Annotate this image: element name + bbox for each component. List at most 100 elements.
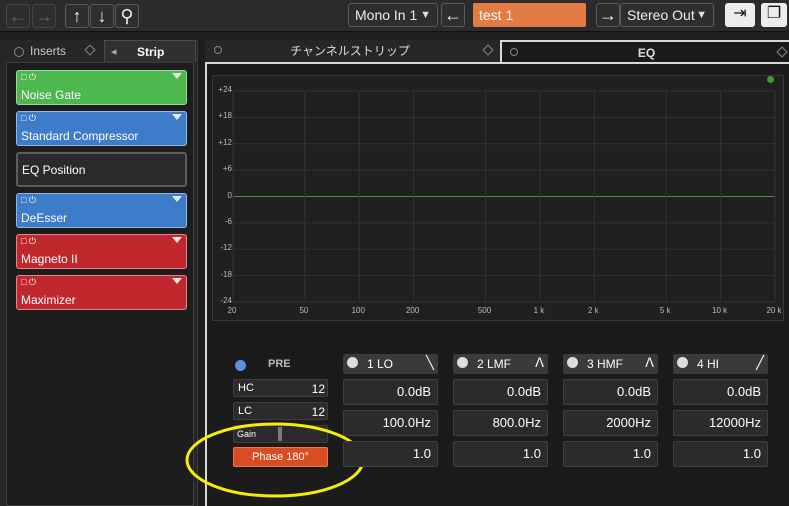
strip-module-deesser[interactable]: □ ⏻ DeEsser: [16, 193, 187, 228]
module-power-icon[interactable]: □ ⏻: [21, 195, 36, 206]
forward-arrow-icon[interactable]: →: [32, 4, 56, 28]
module-label: DeEsser: [21, 211, 68, 225]
band-frequency-field[interactable]: 2000Hz: [563, 410, 658, 436]
strip-module-maximizer[interactable]: □ ⏻ Maximizer: [16, 275, 187, 310]
input-routing-select[interactable]: Mono In 1 ▼: [348, 3, 438, 27]
chevron-down-icon[interactable]: [172, 278, 182, 284]
y-tick-label: +24: [218, 85, 232, 94]
band-2-header[interactable]: 2 LMF ᐱ: [453, 354, 548, 374]
y-tick-label: +18: [218, 111, 232, 121]
tab-dot-icon: [14, 46, 24, 57]
x-tick-label: 100: [351, 306, 365, 315]
tab-eq[interactable]: EQ: [500, 40, 789, 64]
output-arrow-icon[interactable]: →: [596, 3, 620, 27]
band-q-field[interactable]: 1.0: [343, 441, 438, 467]
tab-strip-label: Strip: [137, 45, 165, 59]
track-name-field[interactable]: test 1: [473, 3, 586, 27]
filter-shape-icon[interactable]: ᐱ: [645, 355, 654, 371]
hc-label: HC: [238, 382, 254, 394]
module-power-icon[interactable]: □ ⏻: [21, 72, 36, 83]
strip-module-eq-position[interactable]: EQ Position: [16, 152, 187, 187]
y-tick-label: -24: [220, 296, 232, 305]
input-arrow-icon[interactable]: ←: [441, 3, 465, 27]
band-gain-field[interactable]: 0.0dB: [563, 379, 658, 405]
filter-shape-icon[interactable]: ╱: [756, 355, 764, 371]
band-q-field[interactable]: 1.0: [453, 441, 548, 467]
band-name: 2 LMF: [477, 357, 512, 371]
highlight-circle: [185, 422, 365, 498]
down-arrow-icon[interactable]: ↓: [90, 4, 114, 28]
y-tick-label: -18: [220, 269, 232, 279]
band-q-field[interactable]: 1.0: [563, 441, 658, 467]
band-gain-field[interactable]: 0.0dB: [673, 379, 768, 405]
x-tick-label: 50: [299, 306, 309, 315]
toolbar: ← → ↑ ↓ ⚲ Mono In 1 ▼ ← test 1 → Stereo …: [0, 0, 789, 32]
y-tick-label: -6: [224, 216, 232, 226]
status-led-icon: [767, 76, 774, 83]
output-routing-value: Stereo Out: [627, 7, 695, 23]
hc-slope-value: 12: [311, 382, 325, 396]
pre-label: PRE: [268, 358, 291, 370]
chevron-down-icon[interactable]: [172, 114, 182, 120]
band-frequency-field[interactable]: 12000Hz: [673, 410, 768, 436]
y-tick-label: +12: [218, 137, 232, 147]
band-power-icon[interactable]: [457, 357, 468, 368]
strip-module-noise-gate[interactable]: □ ⏻ Noise Gate: [16, 70, 187, 105]
module-label: Standard Compressor: [21, 129, 139, 143]
up-arrow-icon[interactable]: ↑: [65, 4, 89, 28]
x-tick-label: 500: [477, 306, 492, 315]
band-name: 3 HMF: [587, 357, 623, 371]
band-gain-field[interactable]: 0.0dB: [453, 379, 548, 405]
band-gain-field[interactable]: 0.0dB: [343, 379, 438, 405]
tab-inserts-label: Inserts: [30, 44, 67, 58]
module-label: Noise Gate: [21, 88, 82, 102]
chevron-down-icon[interactable]: [172, 196, 182, 202]
eq-grid: [232, 90, 776, 303]
filter-shape-icon[interactable]: ╲: [426, 355, 434, 371]
band-power-icon[interactable]: [567, 357, 578, 368]
x-tick-label: 20 k: [766, 306, 782, 315]
strip-module-standard-compressor[interactable]: □ ⏻ Standard Compressor: [16, 111, 187, 146]
chevron-down-icon: ▼: [420, 9, 431, 21]
band-frequency-field[interactable]: 800.0Hz: [453, 410, 548, 436]
back-arrow-icon[interactable]: ←: [6, 4, 30, 28]
x-tick-label: 5 k: [659, 306, 671, 315]
search-icon[interactable]: ⚲: [115, 4, 139, 28]
module-power-icon[interactable]: □ ⏻: [21, 277, 36, 288]
x-tick-label: 10 k: [712, 306, 728, 315]
band-1-header[interactable]: 1 LO ╲: [343, 354, 438, 374]
eq-graph[interactable]: [212, 75, 784, 321]
x-tick-label: 200: [405, 306, 420, 315]
band-power-icon[interactable]: [347, 357, 358, 368]
band-frequency-field[interactable]: 100.0Hz: [343, 410, 438, 436]
x-tick-label: 1 k: [533, 306, 545, 315]
output-routing-select[interactable]: Stereo Out ▼: [620, 3, 714, 27]
module-power-icon[interactable]: □ ⏻: [21, 113, 36, 124]
band-q-field[interactable]: 1.0: [673, 441, 768, 467]
y-tick-label: 0: [227, 190, 232, 200]
window-icon[interactable]: ❐: [761, 3, 787, 27]
strip-module-magneto-ii[interactable]: □ ⏻ Magneto II: [16, 234, 187, 269]
input-routing-value: Mono In 1: [355, 7, 418, 23]
band-name: 4 HI: [697, 357, 720, 371]
module-power-icon[interactable]: □ ⏻: [21, 236, 36, 247]
tab-eq-label: EQ: [637, 46, 656, 60]
lc-slope-value: 12: [311, 405, 325, 419]
band-power-icon[interactable]: [677, 357, 688, 368]
y-tick-label: -12: [220, 243, 232, 253]
band-3-header[interactable]: 3 HMF ᐱ: [563, 354, 658, 374]
x-tick-label: 2 k: [587, 306, 599, 315]
route-icon[interactable]: ⇥: [725, 3, 755, 27]
filter-shape-icon[interactable]: ᐱ: [535, 355, 544, 371]
band-name: 1 LO: [367, 357, 394, 371]
tab-strip[interactable]: ◂ Strip: [104, 40, 196, 62]
module-label: EQ Position: [22, 163, 86, 177]
chevron-down-icon[interactable]: [172, 237, 182, 243]
chevron-down-icon[interactable]: [172, 73, 182, 79]
tab-channel-strip[interactable]: チャンネルストリップ: [220, 41, 480, 61]
hc-control[interactable]: HC 12: [233, 379, 328, 397]
pre-enable-icon[interactable]: [235, 360, 246, 371]
chevron-down-icon: ▼: [696, 9, 707, 21]
lc-label: LC: [238, 405, 253, 417]
band-4-header[interactable]: 4 HI ╱: [673, 354, 768, 374]
